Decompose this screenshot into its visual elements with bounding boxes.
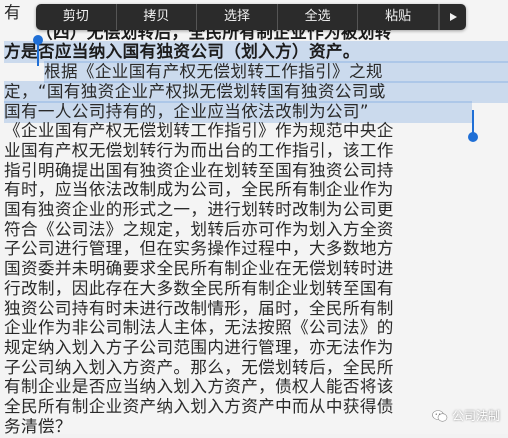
selection-start-bar[interactable] <box>37 42 39 66</box>
article-page: 有（四）无偿划转后，全民所有制企业作为被划转 方是否应当纳入国有独资公司（划入方）… <box>0 0 508 436</box>
cut-button[interactable]: 剪切 <box>36 4 117 30</box>
menu-more-button[interactable] <box>438 4 466 30</box>
article-line: 方是否应当纳入国有独资公司（划入方）资产。 <box>4 41 508 64</box>
article-line: 行改制，因此存在大多数全民所有制企业划转至国有 <box>4 278 394 298</box>
article-line: 根据《企业国有产权无偿划转工作指引》之规 <box>44 61 508 84</box>
selection-end-handle[interactable] <box>468 132 478 142</box>
article-line: 企业作为非公司制法人主体，无法按照《公司法》的 <box>4 318 394 338</box>
copy-button[interactable]: 拷贝 <box>117 4 198 30</box>
article-line: 国有独资企业的形式之一，进行划转时改制为公司更 <box>4 200 394 219</box>
select-all-button[interactable]: 全选 <box>278 4 359 30</box>
text-selection-menu: 剪切 拷贝 选择 全选 粘贴 <box>36 4 466 30</box>
article-line: 国有一人公司持有的，企业应当依法改制为公司” <box>4 100 472 123</box>
article-line: 独资公司持有时未进行改制情形，届时，全民所有制 <box>4 298 394 318</box>
article-line: 国资委并未明确要求全民所有制企业在无偿划转时进 <box>4 259 394 279</box>
article-line: 规定纳入划入方子公司范围内进行管理，亦无法作为 <box>4 337 394 357</box>
article-line: 定，“国有独资企业产权拟无偿划转国有独资公司或 <box>4 80 508 103</box>
watermark: 公司法制 <box>432 407 500 424</box>
article-line: 指引明确提出国有独资企业在划转至国有独资公司持 <box>4 160 394 180</box>
play-right-icon <box>449 13 457 21</box>
article-line: 子公司纳入划入方资产。那么，无偿划转后，全民所 <box>4 357 394 377</box>
paste-button[interactable]: 粘贴 <box>358 4 439 30</box>
selection-end-bar[interactable] <box>472 110 474 134</box>
article-line: 有制企业是否应当纳入划入方资产，债权人能否将该 <box>4 377 394 397</box>
article-line: 《企业国有产权无偿划转工作指引》作为规范中央企 <box>4 121 394 141</box>
article-line: 符合《公司法》之规定，划转后亦可作为划入方全资 <box>4 219 394 239</box>
select-button[interactable]: 选择 <box>197 4 278 30</box>
watermark-text: 公司法制 <box>451 409 500 423</box>
article-line: 有时，应当依法改制成为公司，全民所有制企业作为 <box>4 180 394 200</box>
article-line: 业国有产权无偿划转行为而出台的工作指引，该工作 <box>4 140 394 160</box>
wechat-icon <box>432 409 448 422</box>
article-line: 子公司进行管理，但在实务操作过程中，大多数地方 <box>4 239 394 259</box>
